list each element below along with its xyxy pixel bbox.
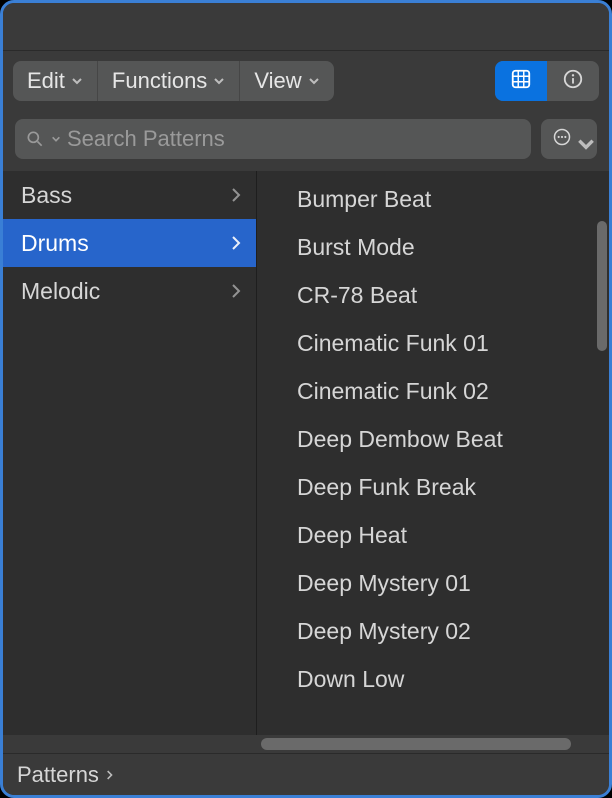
pattern-label: Deep Mystery 02 bbox=[297, 618, 471, 645]
browser-columns: Bass Drums Melodic Bumper Beat bbox=[3, 171, 609, 735]
window-titlebar bbox=[3, 3, 609, 51]
pattern-item[interactable]: Cinematic Funk 01 bbox=[257, 319, 609, 367]
breadcrumb-footer: Patterns bbox=[3, 753, 609, 795]
pattern-item[interactable]: Deep Funk Break bbox=[257, 463, 609, 511]
search-row bbox=[3, 111, 609, 171]
pattern-label: Burst Mode bbox=[297, 234, 415, 261]
pattern-item[interactable]: Deep Mystery 02 bbox=[257, 607, 609, 655]
pattern-label: Deep Heat bbox=[297, 522, 407, 549]
category-row-drums[interactable]: Drums bbox=[3, 219, 256, 267]
pattern-label: CR-78 Beat bbox=[297, 282, 417, 309]
pattern-item[interactable]: Deep Heat bbox=[257, 511, 609, 559]
view-menu-label: View bbox=[254, 68, 301, 94]
pattern-label: Down Low bbox=[297, 666, 404, 693]
chevron-down-icon bbox=[308, 75, 320, 87]
functions-menu[interactable]: Functions bbox=[98, 61, 240, 101]
pattern-item[interactable]: CR-78 Beat bbox=[257, 271, 609, 319]
functions-menu-label: Functions bbox=[112, 68, 207, 94]
more-menu-button[interactable] bbox=[541, 119, 597, 159]
view-menu[interactable]: View bbox=[240, 61, 333, 101]
chevron-down-icon bbox=[213, 75, 225, 87]
pattern-item[interactable]: Deep Dembow Beat bbox=[257, 415, 609, 463]
pattern-item[interactable]: Deep Mystery 01 bbox=[257, 559, 609, 607]
pattern-label: Cinematic Funk 01 bbox=[297, 330, 489, 357]
pattern-column: Bumper Beat Burst Mode CR-78 Beat Cinema… bbox=[257, 171, 609, 735]
pattern-label: Cinematic Funk 02 bbox=[297, 378, 489, 405]
pattern-item[interactable]: Burst Mode bbox=[257, 223, 609, 271]
pattern-item[interactable]: Bumper Beat bbox=[257, 175, 609, 223]
pattern-list: Bumper Beat Burst Mode CR-78 Beat Cinema… bbox=[257, 171, 609, 703]
info-icon bbox=[562, 68, 584, 95]
grid-icon bbox=[510, 68, 532, 95]
edit-menu[interactable]: Edit bbox=[13, 61, 98, 101]
pattern-label: Deep Funk Break bbox=[297, 474, 476, 501]
category-column: Bass Drums Melodic bbox=[3, 171, 257, 735]
search-input[interactable] bbox=[67, 126, 521, 152]
category-row-bass[interactable]: Bass bbox=[3, 171, 256, 219]
toolbar: Edit Functions View bbox=[3, 51, 609, 111]
chevron-right-icon bbox=[230, 186, 242, 204]
horizontal-scroll-area bbox=[3, 735, 609, 753]
ellipsis-circle-icon bbox=[552, 127, 572, 152]
category-row-melodic[interactable]: Melodic bbox=[3, 267, 256, 315]
chevron-right-icon bbox=[105, 768, 115, 782]
toolbar-right bbox=[495, 61, 599, 101]
chevron-down-icon[interactable] bbox=[51, 134, 61, 144]
category-label: Bass bbox=[21, 182, 72, 209]
category-label: Drums bbox=[21, 230, 89, 257]
pattern-label: Deep Dembow Beat bbox=[297, 426, 503, 453]
pattern-label: Deep Mystery 01 bbox=[297, 570, 471, 597]
pattern-item[interactable]: Down Low bbox=[257, 655, 609, 703]
search-icon bbox=[25, 129, 45, 149]
chevron-right-icon bbox=[230, 234, 242, 252]
category-label: Melodic bbox=[21, 278, 100, 305]
right-segment bbox=[495, 61, 599, 101]
info-button[interactable] bbox=[547, 61, 599, 101]
chevron-down-icon bbox=[71, 75, 83, 87]
chevron-right-icon bbox=[230, 282, 242, 300]
pattern-browser-window: Edit Functions View bbox=[0, 0, 612, 798]
vertical-scrollbar[interactable] bbox=[597, 221, 607, 351]
menu-segment: Edit Functions View bbox=[13, 61, 334, 101]
edit-menu-label: Edit bbox=[27, 68, 65, 94]
breadcrumb-label[interactable]: Patterns bbox=[17, 762, 99, 788]
search-box[interactable] bbox=[15, 119, 531, 159]
pattern-item[interactable]: Cinematic Funk 02 bbox=[257, 367, 609, 415]
grid-view-button[interactable] bbox=[495, 61, 547, 101]
chevron-down-icon bbox=[576, 134, 586, 144]
pattern-label: Bumper Beat bbox=[297, 186, 431, 213]
horizontal-scrollbar[interactable] bbox=[261, 738, 571, 750]
